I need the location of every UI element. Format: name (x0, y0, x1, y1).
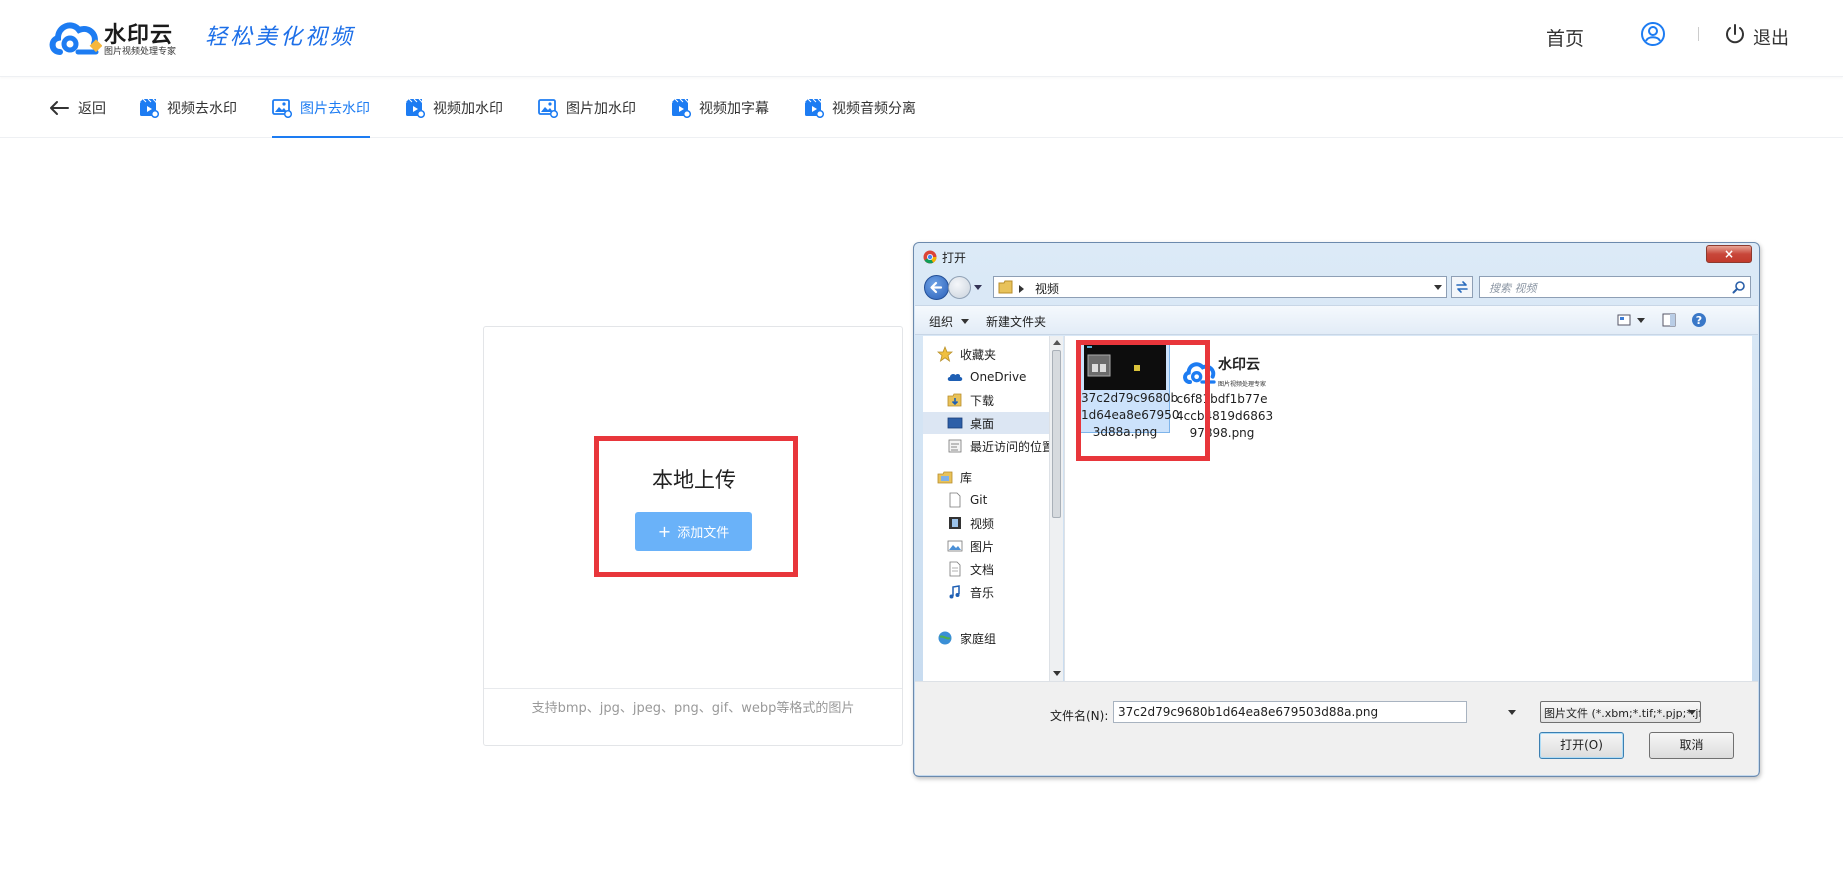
organize-dropdown-icon (961, 319, 969, 324)
nav-item-favorites[interactable]: 收藏夹 (923, 343, 1049, 365)
video-clip-icon (140, 98, 159, 118)
scroll-up-icon[interactable] (1053, 340, 1061, 345)
preview-pane-icon[interactable] (1662, 313, 1676, 327)
back-label: 返回 (78, 100, 106, 117)
user-icon[interactable] (1640, 21, 1666, 47)
image-icon (538, 98, 558, 118)
download-folder-icon (947, 393, 962, 407)
nav-item-desktop[interactable]: 桌面 (923, 412, 1049, 434)
image-icon (272, 98, 292, 118)
tab-label: 视频加水印 (433, 100, 503, 117)
tab-video-remove-watermark[interactable]: 视频去水印 (139, 77, 237, 138)
nav-item-pictures[interactable]: 图片 (923, 535, 1049, 557)
filename-input[interactable]: 37c2d79c9680b1d64ea8e679503d88a.png (1113, 701, 1467, 723)
view-options-icon[interactable] (1617, 314, 1631, 326)
tab-video-add-subtitle[interactable]: 视频加字幕 (671, 77, 769, 138)
logout-label: 退出 (1753, 28, 1789, 49)
picture-icon (947, 540, 963, 552)
power-icon (1726, 24, 1744, 44)
nav-item-videos[interactable]: 视频 (923, 512, 1049, 534)
cancel-button[interactable]: 取消 (1649, 732, 1734, 759)
nav-item-onedrive[interactable]: OneDrive (923, 366, 1049, 388)
recent-places-icon (948, 439, 962, 453)
back-button[interactable]: 返回 (48, 77, 106, 138)
tab-video-add-watermark[interactable]: 视频加水印 (405, 77, 503, 138)
tab-label: 图片去水印 (300, 100, 370, 117)
close-button[interactable]: × (1706, 245, 1752, 263)
dialog-toolbar: 组织 新建文件夹 ? (915, 305, 1758, 335)
homegroup-icon (938, 631, 952, 645)
cloud-logo-icon (49, 22, 102, 55)
file-type-dropdown-icon[interactable] (1688, 710, 1696, 715)
arrow-left-icon (50, 100, 69, 115)
open-button[interactable]: 打开(O) (1539, 732, 1624, 759)
tab-image-add-watermark[interactable]: 图片加水印 (538, 77, 636, 138)
search-icon (1732, 281, 1745, 294)
video-clip-icon (406, 98, 425, 118)
nav-item-recent-places[interactable]: 最近访问的位置 (923, 435, 1054, 457)
brand-logo[interactable]: 水印云 图片视频处理专家 (48, 16, 178, 58)
refresh-button[interactable] (1451, 276, 1473, 298)
header-slogan: 轻松美化视频 (205, 25, 356, 50)
dialog-title: 打开 (942, 251, 967, 265)
film-icon (949, 517, 961, 529)
library-icon (937, 471, 953, 484)
tab-label: 图片加水印 (566, 100, 636, 117)
video-clip-icon (672, 98, 691, 118)
breadcrumb-chevron-icon (1019, 285, 1024, 293)
dialog-footer: 文件名(N): 37c2d79c9680b1d64ea8e679503d88a.… (915, 681, 1758, 775)
back-arrow-icon[interactable] (924, 275, 949, 300)
recent-dropdown-icon[interactable] (974, 285, 982, 290)
desktop-icon (947, 417, 963, 429)
star-icon (937, 346, 953, 362)
open-file-dialog: 打开 × 视频 搜索 视频 组织 新建文件夹 ? 收藏夹 OneDrive 下载… (913, 242, 1760, 777)
nav-item-homegroup[interactable]: 家庭组 (923, 627, 1049, 649)
help-icon[interactable]: ? (1691, 312, 1707, 328)
tab-video-audio-split[interactable]: 视频音频分离 (804, 77, 916, 138)
refresh-icon (1456, 281, 1468, 293)
search-box[interactable]: 搜索 视频 (1479, 276, 1751, 298)
nav-item-libraries[interactable]: 库 (923, 466, 1049, 488)
forward-arrow-icon[interactable] (948, 276, 971, 299)
document-icon (949, 492, 961, 508)
tool-tabs: 返回 视频去水印 图片去水印 视频加水印 图片加水印 视频加字幕 视频音频分离 (0, 77, 1843, 138)
view-dropdown-icon[interactable] (1637, 318, 1645, 323)
filename-label: 文件名(N): (1050, 709, 1109, 723)
chrome-icon (923, 250, 937, 264)
highlight-box-file (1076, 340, 1210, 461)
svg-text:?: ? (1696, 314, 1702, 327)
tab-label: 视频音频分离 (832, 100, 916, 117)
file-type-select[interactable]: 图片文件 (*.xbm;*.tif;*.pjp;*.jfif (1540, 701, 1701, 723)
scroll-down-icon[interactable] (1053, 671, 1061, 676)
music-icon (949, 585, 960, 599)
filename-dropdown-icon[interactable] (1508, 710, 1516, 715)
nav-item-git[interactable]: Git (923, 489, 1049, 511)
scroll-thumb[interactable] (1052, 350, 1061, 518)
highlight-box-upload (594, 436, 798, 577)
search-placeholder: 搜索 视频 (1489, 282, 1537, 295)
navigation-pane: 收藏夹 OneDrive 下载 桌面 最近访问的位置 库 Git 视频 图片 文… (923, 336, 1054, 681)
brand-tagline: 图片视频处理专家 (104, 47, 177, 57)
cloud-icon (947, 373, 963, 381)
organize-menu[interactable]: 组织 (929, 313, 953, 330)
tab-label: 视频加字幕 (699, 100, 769, 117)
address-path: 视频 (1035, 282, 1060, 296)
app-root: 水印云 图片视频处理专家 轻松美化视频 首页 退出 返回 视频去水印 图片去水印… (0, 0, 1843, 885)
video-clip-icon (805, 98, 824, 118)
address-dropdown-icon[interactable] (1434, 285, 1442, 290)
home-link[interactable]: 首页 (1546, 24, 1584, 51)
top-header: 水印云 图片视频处理专家 轻松美化视频 首页 退出 (0, 0, 1843, 77)
folder-icon (998, 280, 1013, 294)
address-bar[interactable]: 视频 (993, 276, 1447, 298)
nav-item-music[interactable]: 音乐 (923, 581, 1049, 603)
nav-item-downloads[interactable]: 下载 (923, 389, 1049, 411)
document-icon (949, 561, 961, 577)
tab-image-remove-watermark[interactable]: 图片去水印 (272, 77, 370, 138)
header-divider (1698, 27, 1699, 41)
nav-item-documents[interactable]: 文档 (923, 558, 1049, 580)
upload-hint: 支持bmp、jpg、jpeg、png、gif、webp等格式的图片 (484, 688, 902, 746)
tab-label: 视频去水印 (167, 100, 237, 117)
new-folder-button[interactable]: 新建文件夹 (986, 313, 1046, 330)
navigation-scrollbar[interactable] (1049, 336, 1063, 681)
